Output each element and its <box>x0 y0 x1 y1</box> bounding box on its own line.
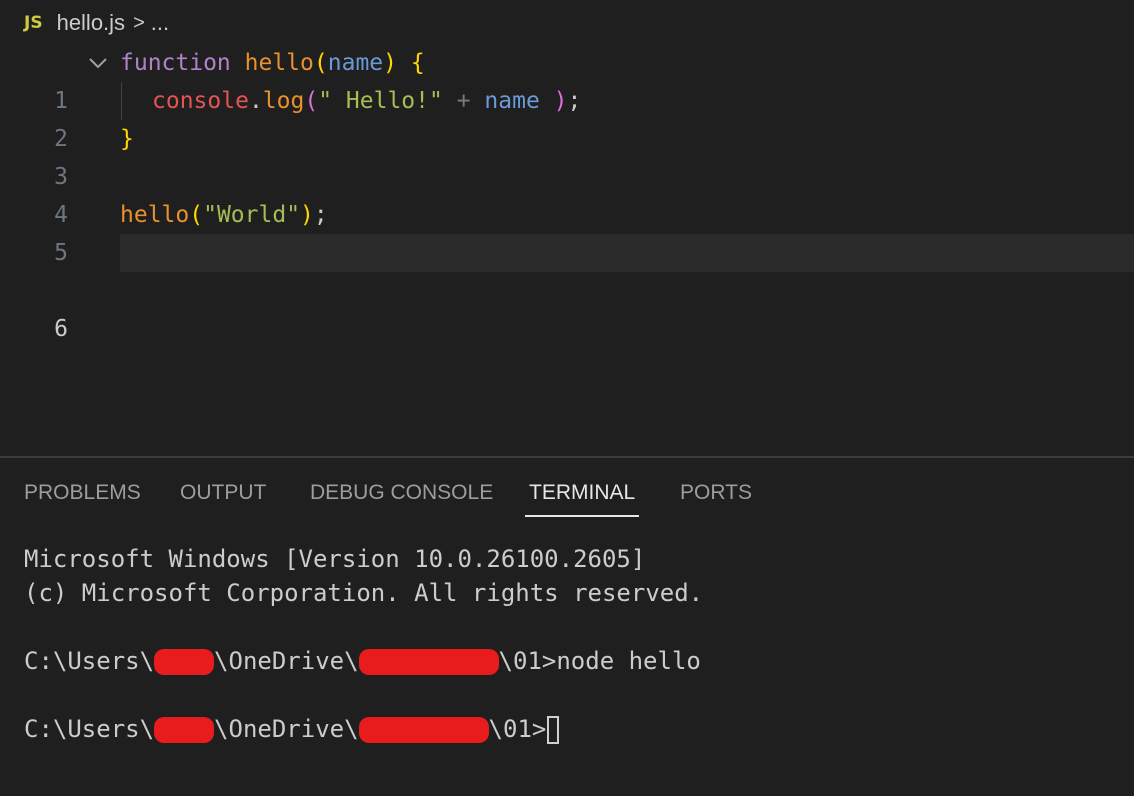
terminal-prompt-line: C:\Users\ \OneDrive\ \01> <box>24 712 560 746</box>
breadcrumb-more[interactable]: ... <box>151 10 169 36</box>
code-line-current[interactable]: 6 <box>0 234 1134 342</box>
semicolon-token: ; <box>567 88 582 114</box>
code-text: hello("World"); <box>120 196 328 234</box>
code-line[interactable]: 3 } <box>0 120 1134 190</box>
redaction-mark <box>358 649 499 675</box>
code-text: function hello(name) { <box>120 44 425 82</box>
prompt-segment: C:\Users\ <box>24 715 155 743</box>
code-editor[interactable]: 1 function hello(name) { 2 console.log("… <box>0 44 1134 456</box>
terminal-line: (c) Microsoft Corporation. All rights re… <box>24 579 704 607</box>
parameter-token: name <box>327 50 384 76</box>
prompt-segment: \01> <box>488 715 547 743</box>
code-line[interactable]: 4 <box>0 158 1134 228</box>
code-line[interactable]: 1 function hello(name) { <box>0 44 1134 114</box>
current-line-highlight <box>120 234 1134 272</box>
operator-token: + <box>456 88 471 114</box>
code-text: } <box>120 120 134 158</box>
breadcrumb: JS hello.js > ... <box>24 8 169 38</box>
indent-guide <box>121 82 122 120</box>
paren-token: ( <box>189 202 204 228</box>
breadcrumb-file[interactable]: hello.js <box>57 10 125 36</box>
method-token: log <box>262 88 305 114</box>
tab-problems[interactable]: PROBLEMS <box>24 470 141 516</box>
prompt-segment: \OneDrive\ <box>214 715 359 743</box>
terminal-prompt-line: C:\Users\ \OneDrive\ \01>node hello <box>24 644 701 678</box>
terminal-line: Microsoft Windows [Version 10.0.26100.26… <box>24 545 646 573</box>
fold-chevron-down-icon[interactable] <box>88 44 108 82</box>
code-text: console.log(" Hello!" + name ); <box>152 82 581 120</box>
panel-tabs: PROBLEMS OUTPUT DEBUG CONSOLE TERMINAL P… <box>0 470 1134 520</box>
redaction-mark <box>358 717 489 743</box>
paren-token: ) <box>383 50 397 76</box>
variable-token: name <box>484 88 540 114</box>
redaction-mark <box>154 649 215 675</box>
paren-token: ) <box>553 88 568 114</box>
paren-token: ) <box>300 202 314 228</box>
tab-terminal[interactable]: TERMINAL <box>524 470 640 517</box>
brace-token: } <box>120 126 134 152</box>
redaction-mark <box>154 717 215 743</box>
function-call-token: hello <box>120 202 190 228</box>
dot-token: . <box>248 88 263 114</box>
tab-ports[interactable]: PORTS <box>680 470 752 516</box>
paren-token: ( <box>313 50 328 76</box>
keyword-token: function <box>120 50 231 76</box>
breadcrumb-separator-icon: > <box>133 11 145 34</box>
javascript-file-icon: JS <box>24 13 43 33</box>
terminal-cursor <box>547 716 560 744</box>
prompt-segment: \OneDrive\ <box>214 647 359 675</box>
object-token: console <box>152 88 249 114</box>
panel-divider[interactable] <box>0 456 1134 458</box>
tab-output[interactable]: OUTPUT <box>180 470 266 516</box>
function-name-token: hello <box>244 50 314 76</box>
prompt-segment: \01>node hello <box>498 647 701 675</box>
line-number: 6 <box>54 316 68 342</box>
code-line[interactable]: 5 hello("World"); <box>0 196 1134 266</box>
code-line[interactable]: 2 console.log(" Hello!" + name ); <box>0 82 1134 152</box>
string-token: "World" <box>203 202 301 228</box>
string-token: " Hello!" <box>318 88 443 114</box>
brace-token: { <box>410 50 425 76</box>
paren-token: ( <box>304 88 319 114</box>
tab-debug-console[interactable]: DEBUG CONSOLE <box>310 470 493 516</box>
semicolon-token: ; <box>313 202 328 228</box>
prompt-segment: C:\Users\ <box>24 647 155 675</box>
